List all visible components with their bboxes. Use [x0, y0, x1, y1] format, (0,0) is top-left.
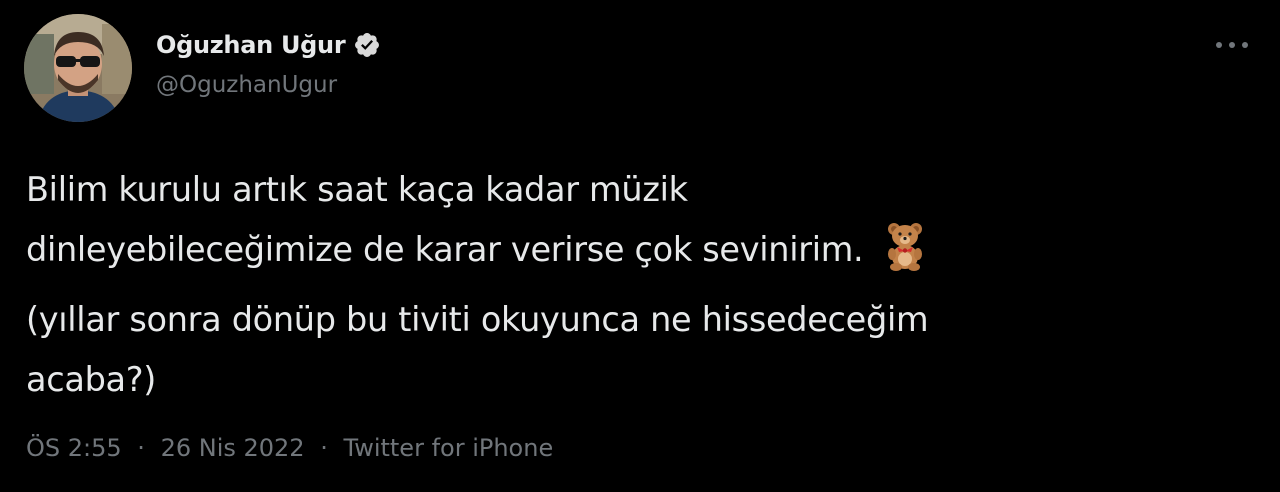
author-display-name[interactable]: Oğuzhan Uğur: [156, 31, 346, 59]
tweet-text-line: (yıllar sonra dönüp bu tiviti okuyunca n…: [26, 300, 929, 339]
tweet-date[interactable]: 26 Nis 2022: [161, 434, 305, 462]
tweet-metadata: ÖS 2:55 · 26 Nis 2022 · Twitter for iPho…: [26, 434, 553, 462]
tweet-text-line-with-emoji: dinleyebileceğimize de karar verirse çok…: [26, 220, 1256, 290]
author-name-row: Oğuzhan Uğur: [156, 28, 381, 62]
meta-separator: ·: [137, 434, 145, 462]
avatar-image: [24, 14, 132, 122]
tweet-text: Bilim kurulu artık saat kaça kadar müzik…: [26, 160, 1256, 410]
teddy-bear-icon: [885, 221, 925, 290]
avatar[interactable]: [24, 14, 132, 122]
tweet-text-line: Bilim kurulu artık saat kaça kadar müzik: [26, 170, 688, 209]
more-options-button[interactable]: [1206, 26, 1258, 64]
more-horizontal-icon: [1216, 42, 1248, 48]
tweet-time[interactable]: ÖS 2:55: [26, 434, 122, 462]
tweet: Oğuzhan Uğur @OguzhanUgur Bilim kurulu a…: [0, 0, 1280, 492]
meta-separator: ·: [320, 434, 328, 462]
tweet-text-line: acaba?): [26, 360, 157, 399]
tweet-source[interactable]: Twitter for iPhone: [344, 434, 554, 462]
author-handle[interactable]: @OguzhanUgur: [156, 72, 337, 98]
tweet-text-line: dinleyebileceğimize de karar verirse çok…: [26, 230, 864, 269]
verified-badge-icon: [353, 31, 381, 59]
